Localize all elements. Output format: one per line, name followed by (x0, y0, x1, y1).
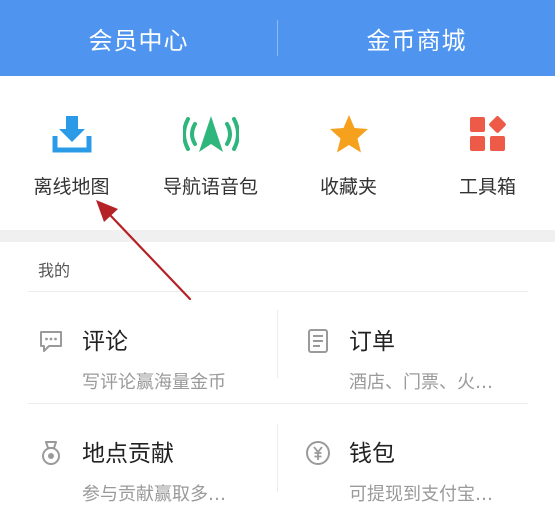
place-contribution-desc: 参与贡献赢取多… (82, 484, 226, 505)
star-icon (329, 115, 368, 153)
favorites-label: 收藏夹 (319, 176, 377, 198)
comment-entry[interactable]: 评论 写评论赢海量金币 (38, 320, 288, 420)
section-gap (0, 230, 555, 242)
order-icon (308, 329, 328, 353)
comment-desc: 写评论赢海量金币 (82, 372, 226, 393)
my-section-title: 我的 (38, 261, 71, 280)
my-section: 我的 评论 写评论赢海量金币 订单 酒店、门票、火… 地点贡献 参与贡献赢取多…… (0, 242, 555, 512)
order-title: 订单 (349, 329, 395, 355)
order-entry[interactable]: 订单 酒店、门票、火… (305, 320, 555, 420)
place-contribution-entry[interactable]: 地点贡献 参与贡献赢取多… (38, 432, 288, 512)
comment-title: 评论 (82, 329, 128, 355)
tab-coin-mall[interactable]: 金币商城 (278, 21, 555, 56)
toolbox-icon (469, 116, 506, 151)
quick-actions-panel: 离线地图 导航语音包 收藏夹 工具箱 (0, 76, 555, 230)
yuan-coin-icon (306, 441, 330, 465)
order-desc: 酒店、门票、火… (349, 372, 493, 393)
wallet-entry[interactable]: 钱包 可提现到支付宝… (305, 432, 555, 512)
header-bar: 会员中心 金币商城 (0, 0, 555, 76)
divider (28, 291, 528, 292)
toolbox-label: 工具箱 (458, 176, 516, 198)
toolbox-button[interactable]: 工具箱 (418, 114, 555, 199)
offline-map-button[interactable]: 离线地图 (2, 114, 141, 199)
offline-map-label: 离线地图 (33, 176, 110, 198)
download-icon (52, 116, 91, 153)
wallet-desc: 可提现到支付宝… (349, 484, 493, 505)
wallet-title: 钱包 (349, 441, 395, 467)
comment-icon (40, 331, 62, 352)
favorites-button[interactable]: 收藏夹 (279, 114, 418, 199)
medal-icon (42, 441, 60, 465)
navigation-voice-icon (182, 116, 239, 152)
navigation-voice-button[interactable]: 导航语音包 (141, 114, 280, 199)
place-contribution-title: 地点贡献 (82, 441, 174, 467)
tab-member-center[interactable]: 会员中心 (0, 21, 277, 56)
navigation-voice-label: 导航语音包 (162, 176, 258, 198)
